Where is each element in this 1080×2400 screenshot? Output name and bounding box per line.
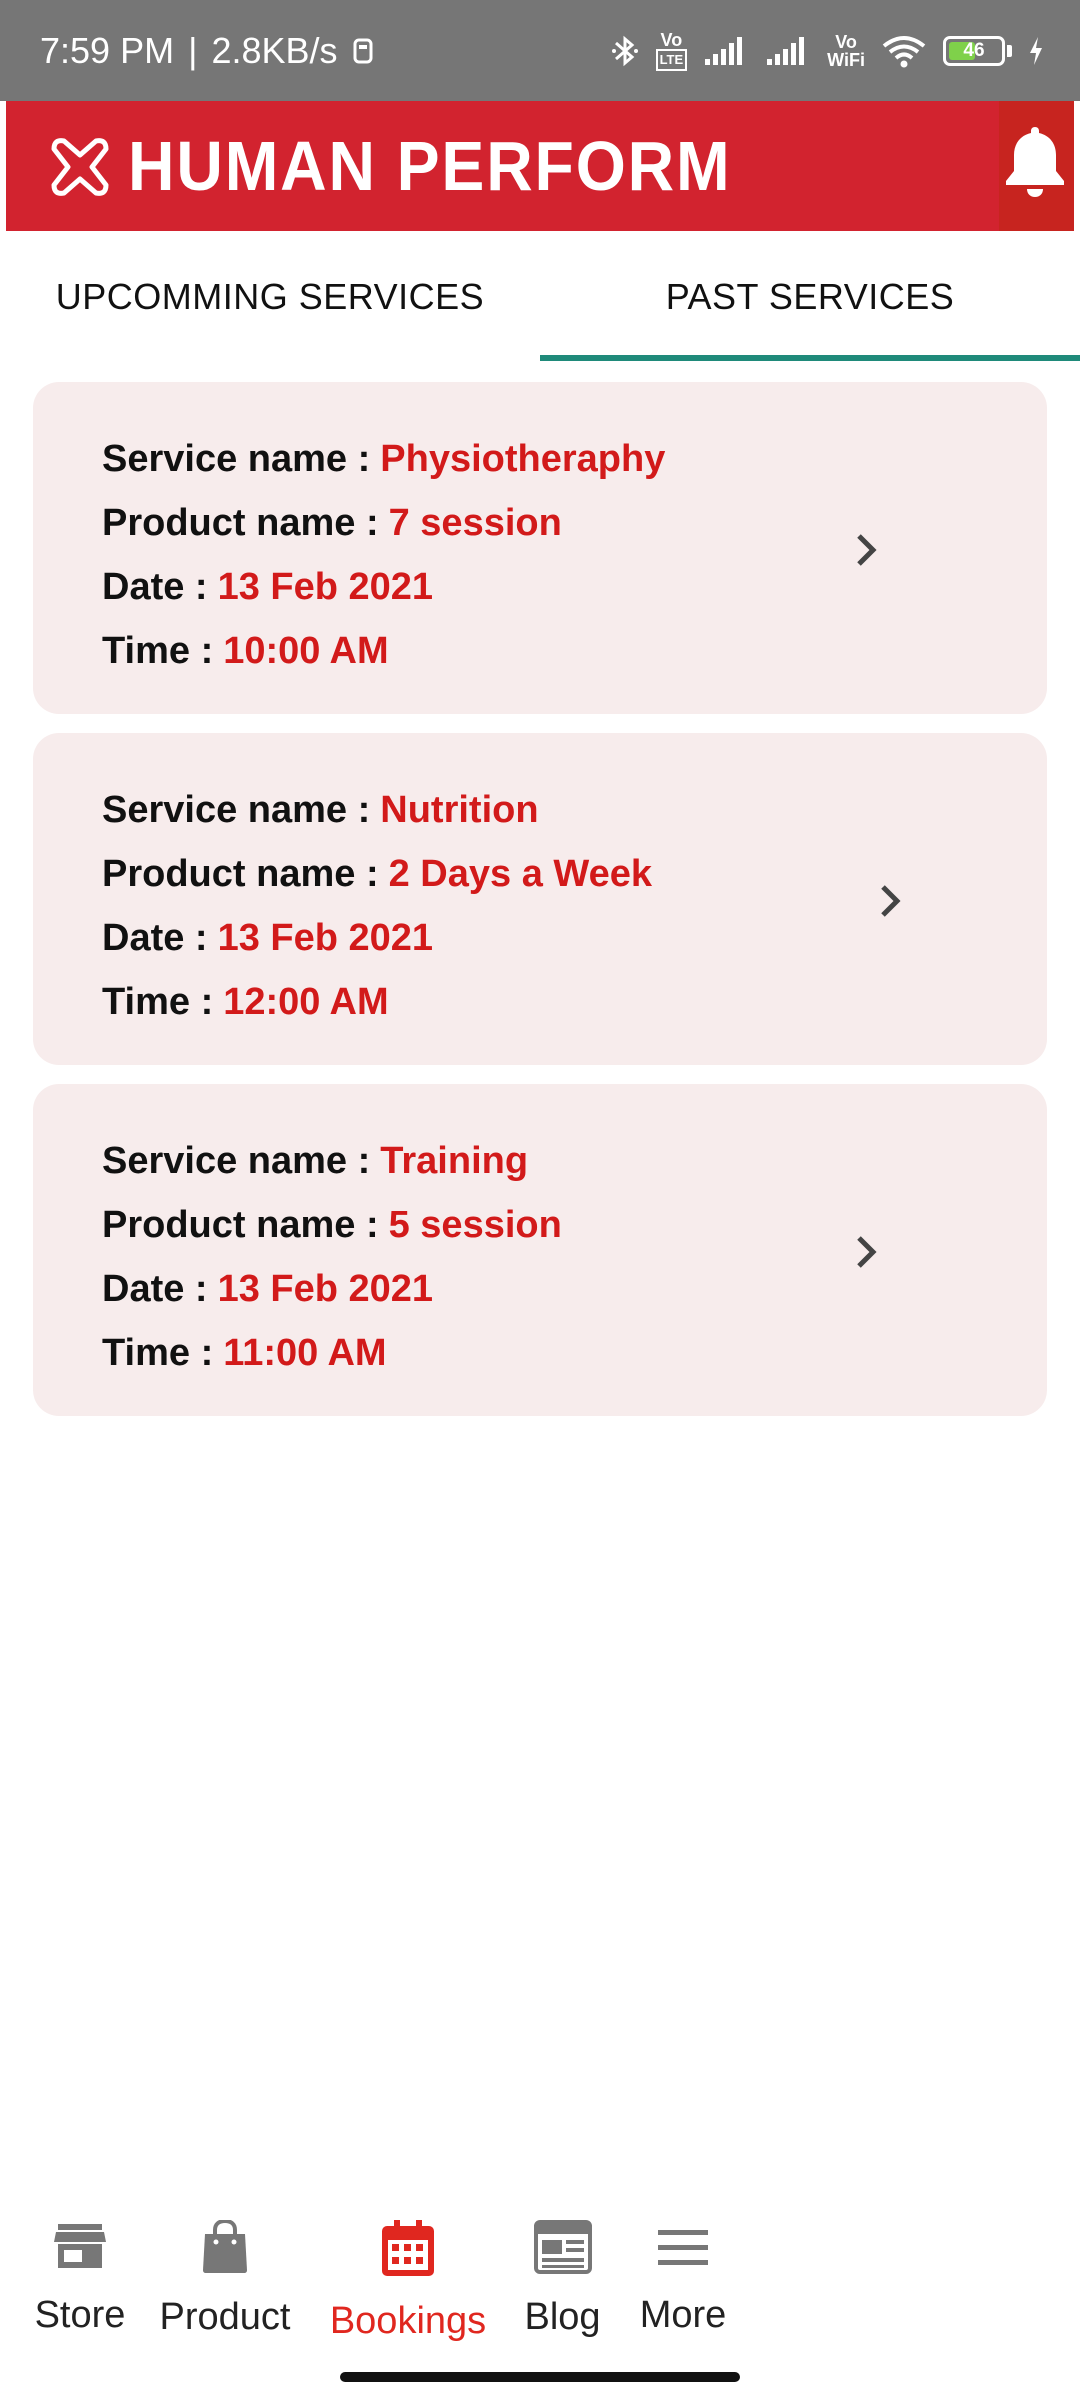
time-value: 12:00 AM <box>223 981 389 1023</box>
nav-bookings-label: Bookings <box>329 2300 487 2342</box>
volte-icon: Vo LTE <box>655 31 688 71</box>
bookings-list: Service name : Physiotheraphy Product na… <box>33 382 1047 1435</box>
chevron-right-icon[interactable] <box>845 1230 889 1279</box>
nav-blog-label: Blog <box>524 2296 601 2338</box>
gesture-navigation-bar[interactable] <box>340 2372 740 2382</box>
nav-blog[interactable]: Blog <box>510 2220 615 2339</box>
battery-icon: 46 <box>943 35 1012 66</box>
booking-card[interactable]: Service name : Training Product name : 5… <box>33 1084 1047 1416</box>
charging-icon <box>1028 36 1044 66</box>
nav-more-label: More <box>639 2294 727 2336</box>
time-label: Time : <box>102 630 214 672</box>
service-label: Service name : <box>102 438 371 480</box>
service-value: Training <box>380 1140 529 1182</box>
date-row: Date : 13 Feb 2021 <box>102 917 433 960</box>
nav-product[interactable]: Product <box>155 2220 295 2339</box>
nav-more[interactable]: More <box>628 2220 738 2337</box>
service-row: Service name : Training <box>102 1140 528 1183</box>
status-bar: 7:59 PM | 2.8KB/s Vo LTE Vo WiFi 46 <box>0 0 1080 101</box>
status-separator: | <box>188 29 198 71</box>
date-row: Date : 13 Feb 2021 <box>102 566 433 609</box>
active-tab-indicator <box>540 355 1080 361</box>
service-row: Service name : Physiotheraphy <box>102 438 665 481</box>
tab-upcoming-services[interactable]: UPCOMMING SERVICES <box>0 231 540 363</box>
vowifi-icon: Vo WiFi <box>827 31 865 70</box>
product-row: Product name : 7 session <box>102 502 562 545</box>
wifi-icon <box>881 34 927 68</box>
status-right: Vo LTE Vo WiFi 46 <box>610 31 1044 71</box>
service-label: Service name : <box>102 789 371 831</box>
time-value: 10:00 AM <box>223 630 389 672</box>
notifications-button[interactable] <box>999 101 1074 231</box>
time-label: Time : <box>102 981 214 1023</box>
tab-past-services[interactable]: PAST SERVICES <box>540 231 1080 363</box>
product-label: Product name : <box>102 502 379 544</box>
product-row: Product name : 5 session <box>102 1204 562 1247</box>
time-row: Time : 10:00 AM <box>102 630 389 673</box>
service-label: Service name : <box>102 1140 371 1182</box>
battery-level: 46 <box>963 39 985 61</box>
signal-icon-1 <box>703 35 749 67</box>
battery-body: 46 <box>943 35 1005 66</box>
time-row: Time : 12:00 AM <box>102 981 389 1024</box>
booking-card[interactable]: Service name : Nutrition Product name : … <box>33 733 1047 1065</box>
service-tabs: UPCOMMING SERVICES PAST SERVICES <box>0 231 1080 363</box>
date-value: 13 Feb 2021 <box>217 566 434 608</box>
product-row: Product name : 2 Days a Week <box>102 853 652 896</box>
notification-icon <box>352 36 374 66</box>
date-row: Date : 13 Feb 2021 <box>102 1268 433 1311</box>
time-row: Time : 11:00 AM <box>102 1332 387 1375</box>
battery-tip <box>1007 44 1012 57</box>
date-label: Date : <box>102 917 208 959</box>
status-left: 7:59 PM | 2.8KB/s <box>40 30 374 72</box>
service-value: Nutrition <box>380 789 539 831</box>
nav-product-label: Product <box>159 2296 291 2338</box>
store-icon <box>54 2224 106 2268</box>
nav-bookings[interactable]: Bookings <box>322 2220 494 2343</box>
service-value: Physiotheraphy <box>380 438 666 480</box>
product-value: 7 session <box>388 502 562 544</box>
logo-icon <box>46 133 114 201</box>
status-time: 7:59 PM <box>40 29 175 71</box>
app-header: HUMAN PERFORM <box>6 101 1074 231</box>
product-label: Product name : <box>102 853 379 895</box>
date-label: Date : <box>102 1268 208 1310</box>
chevron-right-icon[interactable] <box>845 528 889 577</box>
menu-icon <box>658 2230 708 2265</box>
nav-store-label: Store <box>34 2294 126 2336</box>
product-value: 5 session <box>388 1204 562 1246</box>
bell-icon <box>1006 127 1064 197</box>
booking-card[interactable]: Service name : Physiotheraphy Product na… <box>33 382 1047 714</box>
time-value: 11:00 AM <box>223 1332 387 1374</box>
newspaper-icon <box>533 2220 592 2274</box>
calendar-icon <box>382 2220 434 2276</box>
nav-store[interactable]: Store <box>30 2220 130 2337</box>
date-value: 13 Feb 2021 <box>217 917 434 959</box>
product-value: 2 Days a Week <box>388 853 652 895</box>
date-label: Date : <box>102 566 208 608</box>
product-label: Product name : <box>102 1204 379 1246</box>
chevron-right-icon[interactable] <box>869 879 913 928</box>
bottom-navigation: Store Product Bookings Blog More <box>0 2220 1080 2360</box>
time-label: Time : <box>102 1332 214 1374</box>
bluetooth-icon <box>610 33 640 69</box>
shopping-bag-icon <box>203 2220 247 2273</box>
date-value: 13 Feb 2021 <box>217 1268 434 1310</box>
signal-icon-2 <box>765 35 811 67</box>
network-speed: 2.8KB/s <box>211 29 338 71</box>
service-row: Service name : Nutrition <box>102 789 539 832</box>
brand-logo-text: HUMAN PERFORM <box>128 127 732 205</box>
